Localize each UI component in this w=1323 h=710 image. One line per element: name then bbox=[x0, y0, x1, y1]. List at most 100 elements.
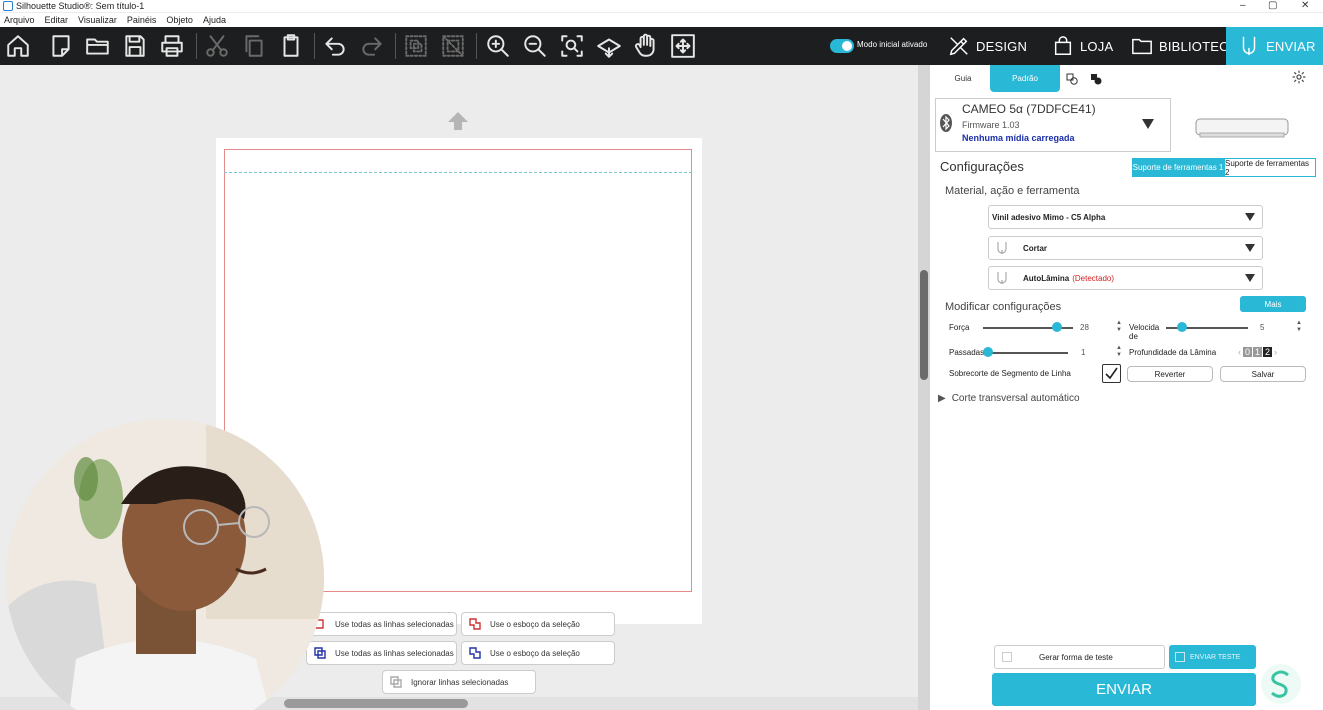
tool-dropdown[interactable]: AutoLâmina (Detectado) bbox=[988, 266, 1263, 290]
settings-gear-icon[interactable] bbox=[1292, 70, 1306, 84]
menu-arquivo[interactable]: Arquivo bbox=[4, 15, 35, 25]
action-caret bbox=[1245, 244, 1255, 252]
speed-spinner[interactable]: ▲ ▼ bbox=[1296, 320, 1302, 334]
start-mode-toggle[interactable] bbox=[830, 39, 854, 53]
tab-padrao[interactable]: Padrão bbox=[990, 65, 1060, 92]
store-tab[interactable]: LOJA bbox=[1052, 27, 1113, 65]
registration-dashed-line bbox=[224, 172, 692, 173]
more-button[interactable]: Mais bbox=[1240, 296, 1306, 312]
save-icon[interactable] bbox=[121, 32, 149, 60]
passes-slider-track[interactable] bbox=[988, 352, 1068, 354]
speed-slider-knob[interactable] bbox=[1177, 322, 1188, 332]
firmware-version: Firmware 1.03 bbox=[962, 120, 1020, 130]
cut-icon[interactable] bbox=[203, 32, 231, 60]
depth-digit-1[interactable]: 1 bbox=[1253, 346, 1263, 357]
undo-icon[interactable] bbox=[321, 32, 349, 60]
save-settings-button[interactable]: Salvar bbox=[1220, 366, 1306, 382]
paste-icon[interactable] bbox=[277, 32, 305, 60]
design-tab[interactable]: DESIGN bbox=[948, 27, 1027, 65]
autoblade-icon bbox=[997, 272, 1007, 284]
tool-caret bbox=[1245, 274, 1255, 282]
design-tab-label: DESIGN bbox=[976, 38, 1028, 54]
window-title: Silhouette Studio®: Sem título-1 bbox=[16, 1, 145, 11]
move-icon[interactable] bbox=[669, 32, 697, 60]
device-selector[interactable]: CAMEO 5α (7DDFCE41) Firmware 1.03 Nenhum… bbox=[935, 98, 1171, 152]
depth-left-arrow[interactable]: ‹ bbox=[1238, 347, 1241, 357]
shapes-outline-icon[interactable] bbox=[1066, 73, 1078, 85]
use-all-lines-red-button[interactable]: Use todas as linhas selecionadas bbox=[306, 612, 457, 636]
passes-value: 1 bbox=[1081, 348, 1086, 357]
library-tab[interactable]: BIBLIOTECA bbox=[1131, 27, 1238, 65]
outline-red-icon bbox=[469, 618, 481, 630]
minimize-button[interactable]: – bbox=[1240, 0, 1246, 12]
toolbar-separator bbox=[314, 33, 315, 59]
overcut-checkbox[interactable] bbox=[1102, 364, 1121, 383]
ignore-lines-button[interactable]: Ignorar linhas selecionadas bbox=[382, 670, 536, 694]
material-dropdown[interactable]: Vinil adesivo Mimo - C5 Alpha bbox=[988, 205, 1263, 229]
maximize-button[interactable]: ▢ bbox=[1268, 0, 1277, 12]
zoom-in-icon[interactable] bbox=[484, 32, 512, 60]
feed-up-arrow-icon[interactable] bbox=[447, 111, 469, 131]
menu-objeto[interactable]: Objeto bbox=[166, 15, 193, 25]
depth-right-arrow[interactable]: › bbox=[1274, 347, 1277, 357]
material-value: Vinil adesivo Mimo - C5 Alpha bbox=[992, 212, 1106, 222]
print-icon[interactable] bbox=[158, 32, 186, 60]
depth-digit-2[interactable]: 2 bbox=[1263, 346, 1273, 357]
tab-tool-holder-2[interactable]: Suporte de ferramentas 2 bbox=[1224, 158, 1316, 177]
vertical-scroll-thumb[interactable] bbox=[920, 270, 928, 380]
start-mode-label: Modo inicial ativado bbox=[857, 40, 928, 49]
cameo-machine-image bbox=[1194, 115, 1290, 141]
use-outline-red-button[interactable]: Use o esboço da seleção bbox=[461, 612, 615, 636]
send-test-button[interactable]: ENVIAR TESTE bbox=[1169, 645, 1256, 669]
force-spinner[interactable]: ▲ ▼ bbox=[1116, 320, 1122, 334]
send-button[interactable]: ENVIAR bbox=[992, 673, 1256, 706]
use-all-lines-blue-button[interactable]: Use todas as linhas selecionadas bbox=[306, 641, 457, 665]
use-outline-red-label: Use o esboço da seleção bbox=[490, 619, 580, 629]
pan-down-icon[interactable] bbox=[595, 32, 623, 60]
generate-test-button[interactable]: Gerar forma de teste bbox=[994, 645, 1165, 669]
copy-icon[interactable] bbox=[240, 32, 268, 60]
send-tab[interactable]: ENVIAR bbox=[1226, 27, 1323, 65]
home-icon[interactable] bbox=[4, 32, 32, 60]
zoom-fit-icon[interactable] bbox=[558, 32, 586, 60]
tab-tool-holder-1[interactable]: Suporte de ferramentas 1 bbox=[1132, 158, 1224, 177]
device-dropdown-caret[interactable] bbox=[1142, 119, 1154, 129]
ignore-lines-label: Ignorar linhas selecionadas bbox=[411, 677, 509, 687]
ungroup-icon[interactable] bbox=[439, 32, 467, 60]
menu-paineis[interactable]: Painéis bbox=[127, 15, 157, 25]
zoom-out-icon[interactable] bbox=[521, 32, 549, 60]
new-document-icon[interactable] bbox=[47, 32, 75, 60]
open-folder-icon[interactable] bbox=[84, 32, 112, 60]
presenter-image bbox=[6, 419, 324, 710]
use-outline-blue-button[interactable]: Use o esboço da seleção bbox=[461, 641, 615, 665]
toolbar-separator bbox=[196, 33, 197, 59]
depth-digit-0[interactable]: 0 bbox=[1243, 346, 1253, 357]
force-slider-knob[interactable] bbox=[1051, 322, 1062, 332]
passes-spinner[interactable]: ▲ ▼ bbox=[1116, 345, 1122, 359]
shapes-filled-icon[interactable] bbox=[1090, 73, 1102, 85]
close-window-button[interactable]: ✕ bbox=[1301, 0, 1309, 12]
revert-button[interactable]: Reverter bbox=[1127, 366, 1213, 382]
webcam-overlay bbox=[0, 419, 324, 710]
hand-icon[interactable] bbox=[632, 32, 660, 60]
store-tab-label: LOJA bbox=[1080, 38, 1114, 54]
redo-icon[interactable] bbox=[358, 32, 386, 60]
auto-crosscut-section[interactable]: ▶ Corte transversal automático bbox=[938, 391, 1138, 405]
menu-visualizar[interactable]: Visualizar bbox=[78, 15, 117, 25]
outline-blue-icon bbox=[469, 647, 481, 659]
menu-ajuda[interactable]: Ajuda bbox=[203, 15, 226, 25]
vertical-scrollbar[interactable] bbox=[918, 65, 930, 710]
group-icon[interactable] bbox=[402, 32, 430, 60]
menu-editar[interactable]: Editar bbox=[45, 15, 69, 25]
passes-label: Passadas bbox=[949, 348, 985, 357]
tab-guia[interactable]: Guia bbox=[948, 65, 978, 92]
use-outline-blue-label: Use o esboço da seleção bbox=[490, 648, 580, 658]
design-icon bbox=[949, 37, 968, 56]
use-all-lines-red-label: Use todas as linhas selecionadas bbox=[335, 619, 454, 629]
presenter-video bbox=[6, 419, 324, 710]
blade-depth-selector[interactable]: ‹ 0 1 2 › bbox=[1238, 345, 1277, 358]
passes-slider-knob[interactable] bbox=[983, 347, 993, 357]
expand-triangle-icon: ▶ bbox=[938, 392, 946, 404]
bluetooth-icon bbox=[940, 113, 952, 133]
action-dropdown[interactable]: Cortar bbox=[988, 236, 1263, 260]
